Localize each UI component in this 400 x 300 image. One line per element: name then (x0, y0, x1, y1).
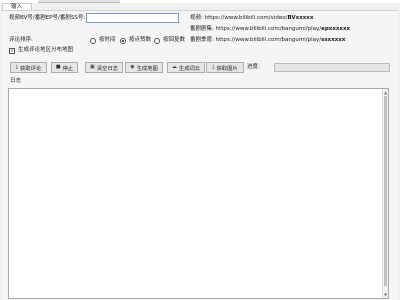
generate-map-checkbox[interactable]: ✓ (9, 48, 15, 54)
hint-episode-url: 番剧剧集: https://www.bilibili.com/bangumi/p… (190, 26, 350, 33)
generate-wordcloud-label: 生成词云 (178, 65, 201, 72)
stop-button[interactable]: ■ 停止 (51, 62, 78, 73)
fetch-images-label: 获取图片 (216, 65, 238, 72)
scroll-thumb[interactable] (384, 96, 387, 286)
sort-by-likes-label: 按点赞数 (129, 37, 152, 43)
sort-by-likes-radio[interactable] (120, 38, 126, 44)
progress-label: 进度: (247, 64, 260, 70)
scroll-up-icon[interactable]: ▲ (383, 90, 388, 95)
cloud-icon: ☁ (171, 64, 177, 70)
sort-by-time-radio[interactable] (90, 38, 96, 44)
hint-season-id: ssxxxxx (321, 37, 346, 43)
hint-video-url: 视频: https://www.bilibili.com/video/BVxxx… (190, 15, 313, 22)
fetch-images-button[interactable]: ⤓ 获取图片 (206, 62, 244, 73)
sort-by-replies-label: 按回复数 (163, 37, 186, 43)
hint-season-prefix: 番剧季度: https://www.bilibili.com/bangumi/p… (190, 37, 322, 43)
hidden-tab-strip (38, 0, 120, 3)
globe-icon: ◉ (130, 64, 135, 70)
generate-map-button[interactable]: ◉ 生成地图 (125, 62, 163, 73)
stop-label: 停止 (62, 65, 74, 72)
progress-bar (274, 63, 390, 72)
hint-episode-prefix: 番剧剧集: https://www.bilibili.com/bangumi/p… (190, 26, 322, 32)
video-id-input[interactable] (86, 13, 179, 23)
window-top-strip (0, 0, 400, 3)
scroll-down-icon[interactable]: ▼ (383, 292, 388, 297)
hint-video-id: BVxxxxx (287, 15, 314, 21)
log-scrollbar[interactable]: ▲ ▼ (382, 89, 388, 298)
image-download-icon: ⤓ (212, 64, 215, 70)
sort-by-time-label: 按时间 (99, 37, 116, 43)
generate-wordcloud-button[interactable]: ☁ 生成词云 (167, 62, 205, 73)
generate-map-button-label: 生成地图 (136, 65, 158, 72)
stop-icon: ■ (55, 64, 61, 70)
hint-season-url: 番剧季度: https://www.bilibili.com/bangumi/p… (190, 37, 345, 44)
log-textarea[interactable]: ▲ ▼ (8, 88, 389, 299)
sort-label: 评论排序: (9, 37, 33, 43)
clear-log-label: 清空日志 (96, 65, 118, 72)
generate-map-label: 生成评论地区分布地图 (18, 47, 74, 53)
clear-icon: ▣ (90, 64, 95, 70)
download-icon: ⤓ (15, 64, 18, 70)
fetch-comments-label: 获取评论 (20, 65, 42, 72)
hint-episode-id: epxxxxxx (321, 26, 351, 32)
clear-log-button[interactable]: ▣ 清空日志 (85, 62, 123, 73)
log-title: 日志 (10, 78, 22, 84)
hint-video-prefix: 视频: https://www.bilibili.com/video/ (190, 15, 288, 21)
video-id-label: 视频BV号/番剧EP号/番剧SS号: (9, 15, 86, 21)
sort-by-replies-radio[interactable] (154, 38, 160, 44)
fetch-comments-button[interactable]: ⤓ 获取评论 (10, 62, 47, 73)
